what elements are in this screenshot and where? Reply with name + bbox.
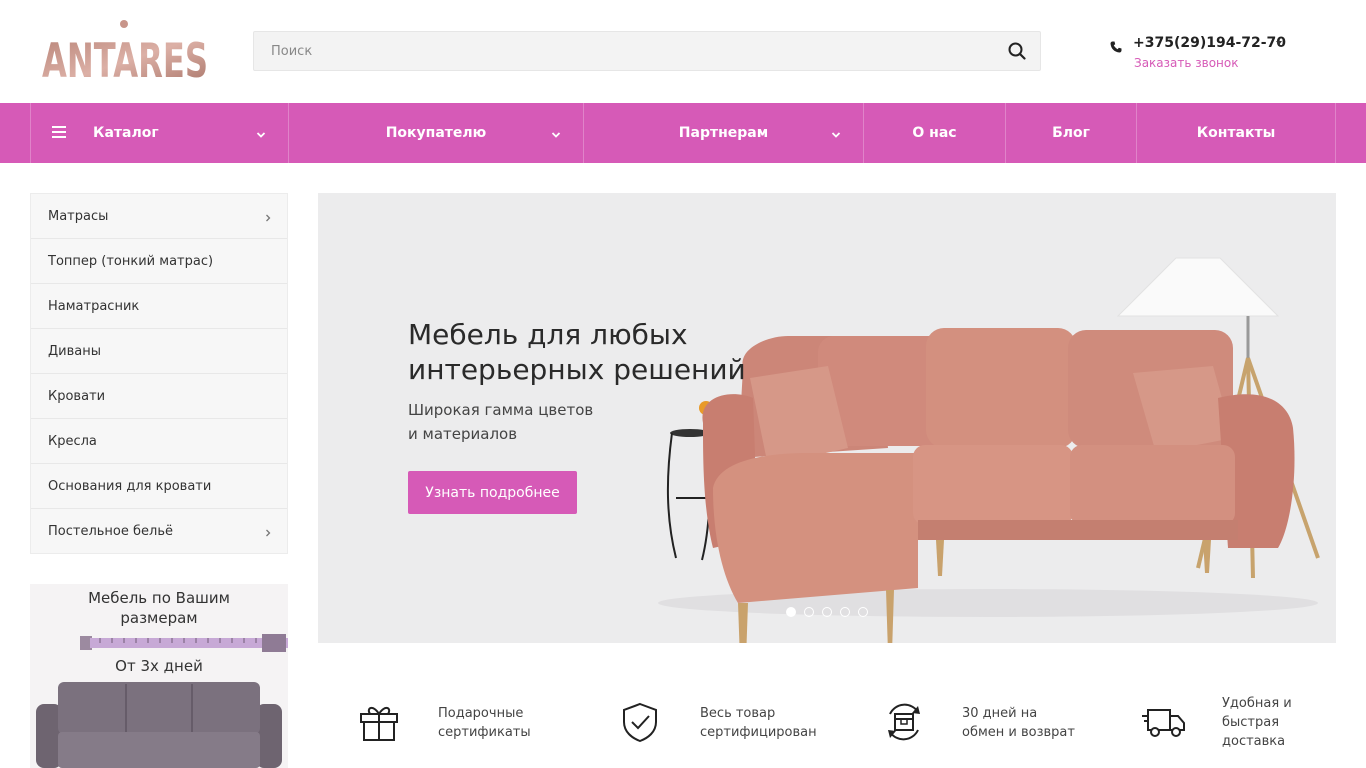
sidebar-item-label: Основания для кровати <box>48 478 212 494</box>
shield-check-icon <box>620 700 664 744</box>
feature-line: Подарочные <box>438 706 524 721</box>
feature-text: Удобная и быстрая доставка <box>1222 694 1332 751</box>
sidebar-item-label: Матрасы <box>48 208 109 224</box>
sidebar-item-armchairs[interactable]: Кресла <box>31 419 287 464</box>
sidebar-item-sofas[interactable]: Диваны <box>31 329 287 374</box>
sidebar-item-label: Кровати <box>48 388 106 404</box>
chevron-right-icon <box>264 527 272 537</box>
nav-label: Блог <box>1052 125 1090 141</box>
gift-icon <box>358 700 402 744</box>
sidebar-item-bed-bases[interactable]: Основания для кровати <box>31 464 287 509</box>
sofa-image <box>30 682 288 768</box>
sidebar-item-mattress-pad[interactable]: Наматрасник <box>31 284 287 329</box>
hero-banner: Мебель для любых интерьерных решений Шир… <box>318 193 1336 643</box>
custom-size-promo[interactable]: Мебель по Вашим размерам От 3х дней <box>30 584 288 768</box>
nav-item-partners[interactable]: Партнерам <box>583 103 863 163</box>
nav-item-blog[interactable]: Блог <box>1005 103 1136 163</box>
burger-menu-icon <box>52 126 68 139</box>
delivery-truck-icon <box>1142 700 1186 744</box>
sidebar-item-label: Наматрасник <box>48 298 140 314</box>
sidebar-item-bedding[interactable]: Постельное бельё <box>31 509 287 554</box>
search-bar <box>253 31 1041 71</box>
feature-line: доставка <box>1222 734 1286 749</box>
corner-sofa-image <box>658 248 1336 643</box>
banner-title-line: Мебель для любых <box>408 318 688 351</box>
sidebar-item-label: Диваны <box>48 343 101 359</box>
main-nav: Каталог Покупателю Партнерам О нас Блог … <box>0 103 1366 163</box>
feature-line: обмен и возврат <box>962 725 1075 740</box>
learn-more-button[interactable]: Узнать подробнее <box>408 471 577 514</box>
banner-subtitle: Широкая гамма цветов и материалов <box>408 398 628 446</box>
header: ANTARES +375(29)194-72-70 Заказать звоно… <box>0 0 1366 103</box>
sidebar-item-label: Постельное бельё <box>48 524 173 539</box>
feature-line: сертификаты <box>438 725 531 740</box>
feature-text: Весь товар сертифицирован <box>700 704 860 742</box>
carousel-dot[interactable] <box>840 607 850 617</box>
carousel-dot[interactable] <box>804 607 814 617</box>
feature-gift-certificates: Подарочные сертификаты <box>358 680 598 768</box>
feature-text: 30 дней на обмен и возврат <box>962 704 1122 742</box>
sidebar-item-label: Кресла <box>48 433 97 449</box>
phone-dropdown-caret-icon[interactable] <box>1276 41 1282 45</box>
banner-subtitle-line: Широкая гамма цветов <box>408 401 594 419</box>
nav-label: Партнерам <box>678 125 769 141</box>
nav-label: Контакты <box>1196 125 1276 141</box>
contact-block: +375(29)194-72-70 Заказать звонок <box>1108 34 1308 78</box>
banner-title-line: интерьерных решений <box>408 353 746 386</box>
feature-line: 30 дней на <box>962 706 1038 721</box>
feature-delivery: Удобная и быстрая доставка <box>1142 680 1336 768</box>
carousel-dot[interactable] <box>822 607 832 617</box>
catalog-sidebar: Матрасы Топпер (тонкий матрас) Наматрасн… <box>30 193 288 554</box>
feature-line: быстрая <box>1222 715 1280 730</box>
chevron-right-icon <box>264 212 272 222</box>
banner-subtitle-line: и материалов <box>408 425 518 443</box>
feature-return-policy: 30 дней на обмен и возврат <box>882 680 1122 768</box>
sidebar-item-topper[interactable]: Топпер (тонкий матрас) <box>31 239 287 284</box>
nav-item-catalog[interactable]: Каталог <box>30 103 288 163</box>
callback-link[interactable]: Заказать звонок <box>1134 56 1239 70</box>
sidebar-item-label: Топпер (тонкий матрас) <box>48 253 214 269</box>
logo-text: ANTARES <box>42 34 208 84</box>
feature-text: Подарочные сертификаты <box>438 704 598 742</box>
search-icon[interactable] <box>1008 42 1026 60</box>
promo-title: Мебель по Вашим размерам <box>30 588 288 628</box>
feature-line: сертифицирован <box>700 725 817 740</box>
return-box-icon <box>882 700 926 744</box>
sidebar-item-beds[interactable]: Кровати <box>31 374 287 419</box>
tape-measure-icon <box>80 634 288 652</box>
carousel-dot[interactable] <box>786 607 796 617</box>
nav-item-contacts[interactable]: Контакты <box>1136 103 1336 163</box>
search-input[interactable] <box>254 32 994 70</box>
chevron-down-icon <box>551 128 561 138</box>
promo-line: Мебель по Вашим <box>88 589 230 607</box>
banner-title: Мебель для любых интерьерных решений <box>408 317 746 387</box>
phone-number[interactable]: +375(29)194-72-70 <box>1133 35 1286 51</box>
carousel-dots <box>786 607 868 617</box>
chevron-down-icon <box>831 128 841 138</box>
feature-line: Весь товар <box>700 706 776 721</box>
phone-icon <box>1110 38 1122 53</box>
nav-label: Каталог <box>93 125 159 141</box>
feature-certified: Весь товар сертифицирован <box>620 680 860 768</box>
nav-item-customers[interactable]: Покупателю <box>288 103 583 163</box>
nav-label: Покупателю <box>385 125 487 141</box>
promo-days: От 3х дней <box>115 657 203 675</box>
promo-line: размерам <box>120 609 198 627</box>
features-row: Подарочные сертификаты Весь товар сертиф… <box>318 680 1336 768</box>
chevron-down-icon <box>256 128 266 138</box>
sidebar-item-mattresses[interactable]: Матрасы <box>31 194 287 239</box>
antares-logo[interactable]: ANTARES <box>42 18 210 89</box>
feature-line: Удобная и <box>1222 696 1292 711</box>
carousel-dot[interactable] <box>858 607 868 617</box>
nav-label: О нас <box>912 125 957 141</box>
nav-item-about[interactable]: О нас <box>863 103 1005 163</box>
